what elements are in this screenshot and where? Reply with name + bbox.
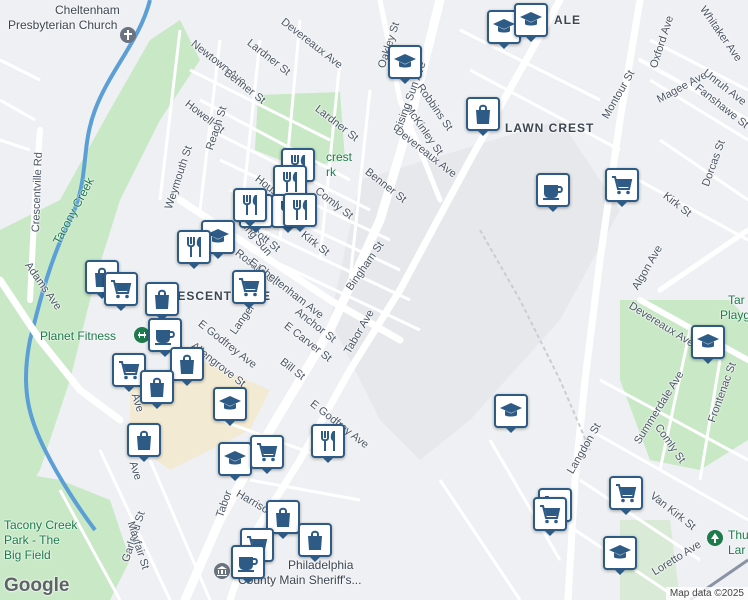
poi-lawncrest-park-label-2[interactable]: rk: [326, 165, 336, 179]
school-icon: [393, 50, 417, 74]
map-attribution[interactable]: Map data ©2025: [665, 587, 748, 600]
poi-planet-fitness-label[interactable]: Planet Fitness: [40, 329, 116, 343]
restaurant-icon: [278, 170, 302, 194]
restaurant-icon: [182, 235, 206, 259]
church-icon[interactable]: [120, 27, 136, 43]
poi-tacony-park-2[interactable]: Park - The: [4, 533, 60, 547]
map-marker-shopping-cart[interactable]: [232, 270, 266, 309]
map-marker-shopping-bag[interactable]: [466, 97, 500, 136]
school-icon: [218, 392, 242, 416]
map-marker-shopping-cart[interactable]: [250, 435, 284, 474]
map-marker-shopping-bag[interactable]: [145, 282, 179, 321]
shopping-cart-icon: [237, 275, 261, 299]
map-marker-shopping-cart[interactable]: [104, 272, 138, 311]
government-icon[interactable]: [214, 563, 230, 579]
school-icon: [608, 541, 632, 565]
map-marker-shopping-cart[interactable]: [609, 476, 643, 515]
poi-lawncrest-park-label[interactable]: crest: [326, 150, 352, 164]
map-marker-shopping-bag[interactable]: [298, 523, 332, 562]
map-marker-school[interactable]: [494, 394, 528, 433]
shopping-bag-icon: [303, 528, 327, 552]
map-marker-shopping-cart[interactable]: [605, 168, 639, 207]
shopping-cart-icon: [610, 173, 634, 197]
restaurant-icon: [238, 193, 262, 217]
park-icon[interactable]: [707, 530, 723, 546]
map-marker-shopping-cart[interactable]: [533, 497, 567, 536]
map-marker-school[interactable]: [691, 325, 725, 364]
map-marker-coffee[interactable]: [231, 545, 265, 584]
shopping-bag-icon: [150, 287, 174, 311]
map-marker-restaurant[interactable]: [233, 188, 267, 227]
restaurant-icon: [316, 429, 340, 453]
shopping-cart-icon: [255, 440, 279, 464]
shopping-bag-icon: [175, 352, 199, 376]
map-marker-school[interactable]: [603, 536, 637, 575]
map-marker-shopping-bag[interactable]: [127, 423, 161, 462]
poi-church-label-2[interactable]: Presbyterian Church: [8, 18, 117, 32]
shopping-cart-icon: [109, 277, 133, 301]
shopping-bag-icon: [145, 375, 169, 399]
map-marker-school[interactable]: [218, 442, 252, 481]
coffee-icon: [541, 178, 565, 202]
poi-playground-label-2[interactable]: Playg: [720, 308, 748, 322]
poi-tacony-park-1[interactable]: Tacony Creek: [4, 518, 77, 532]
shopping-bag-icon: [271, 505, 295, 529]
map-marker-school[interactable]: [388, 45, 422, 84]
school-icon: [492, 15, 516, 39]
google-logo[interactable]: Google: [4, 575, 69, 597]
poi-thu-label-2[interactable]: Lar: [728, 543, 745, 557]
poi-tacony-park-3[interactable]: Big Field: [4, 548, 51, 562]
poi-playground-label-1[interactable]: Tar: [728, 293, 745, 307]
shopping-cart-icon: [538, 502, 562, 526]
shopping-bag-icon: [471, 102, 495, 126]
shopping-cart-icon: [614, 481, 638, 505]
school-icon: [499, 399, 523, 423]
map-marker-restaurant[interactable]: [177, 230, 211, 269]
poi-thu-label-1[interactable]: Thu: [728, 528, 748, 542]
area-label-fox-chase: ALE: [554, 13, 581, 27]
map-marker-school[interactable]: [213, 387, 247, 426]
school-icon: [519, 8, 543, 32]
school-icon: [696, 330, 720, 354]
map-marker-school[interactable]: [514, 3, 548, 42]
map-canvas[interactable]: LAWN CREST CRESCENTVILLE ALE Cheltenham …: [0, 0, 748, 600]
shopping-cart-icon: [117, 358, 141, 382]
map-marker-restaurant[interactable]: [283, 193, 317, 232]
coffee-icon: [153, 323, 177, 347]
map-marker-shopping-bag[interactable]: [170, 347, 204, 386]
road-algon: [657, 227, 748, 293]
coffee-icon: [236, 550, 260, 574]
map-marker-shopping-bag[interactable]: [140, 370, 174, 409]
poi-church-label-1[interactable]: Cheltenham: [55, 3, 120, 17]
shopping-bag-icon: [132, 428, 156, 452]
area-label-lawncrest: LAWN CREST: [505, 121, 595, 135]
school-icon: [223, 447, 247, 471]
map-marker-coffee[interactable]: [536, 173, 570, 212]
map-marker-restaurant[interactable]: [311, 424, 345, 463]
restaurant-icon: [288, 198, 312, 222]
